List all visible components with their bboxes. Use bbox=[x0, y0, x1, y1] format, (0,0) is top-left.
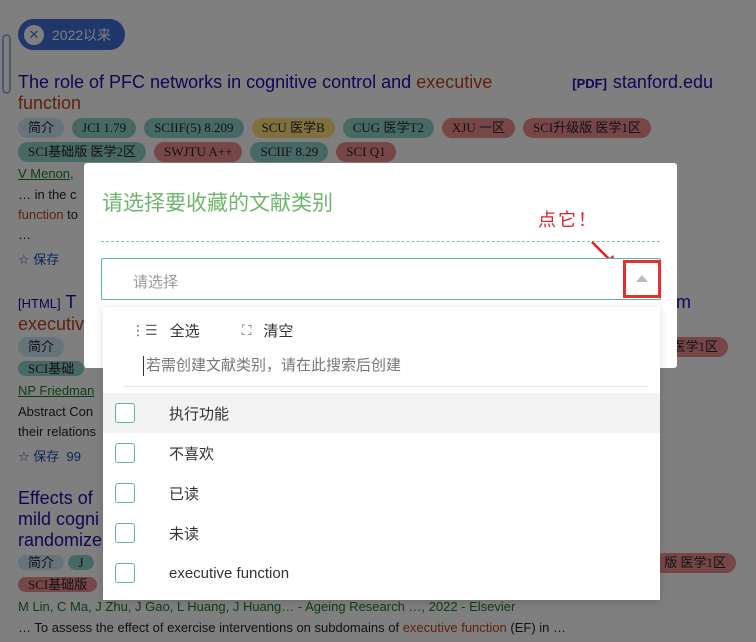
caret-up-icon[interactable] bbox=[636, 275, 648, 282]
checkbox[interactable] bbox=[115, 563, 135, 583]
category-search-input[interactable]: 若需创建文献类别，请在此搜索后创建 bbox=[143, 356, 401, 376]
divider bbox=[101, 241, 660, 242]
hint-annotation: 点它！ bbox=[538, 210, 598, 230]
option-item[interactable]: 未读 bbox=[103, 513, 660, 553]
option-item[interactable]: 不喜欢 bbox=[103, 433, 660, 473]
search-results-page: ✕ 2022以来 The role of PFC networks in cog… bbox=[0, 0, 756, 642]
highlight-box bbox=[623, 260, 661, 298]
option-item[interactable]: executive function bbox=[103, 553, 660, 593]
checkbox[interactable] bbox=[115, 523, 135, 543]
category-dropdown: ⋮☰ 全选 ⛶ 清空 若需创建文献类别，请在此搜索后创建 执行功能 不喜欢 已读… bbox=[103, 307, 660, 600]
divider bbox=[123, 386, 648, 387]
checkbox[interactable] bbox=[115, 403, 135, 423]
category-select[interactable]: 请选择 bbox=[101, 258, 661, 300]
dialog-title: 请选择要收藏的文献类别 bbox=[102, 192, 333, 215]
checkbox[interactable] bbox=[115, 483, 135, 503]
option-item[interactable]: 已读 bbox=[103, 473, 660, 513]
option-item[interactable]: 执行功能 bbox=[103, 393, 660, 433]
clear-icon: ⛶ bbox=[241, 322, 252, 338]
select-placeholder: 请选择 bbox=[133, 274, 179, 291]
select-all-icon: ⋮☰ bbox=[131, 322, 158, 338]
dropdown-toolbar: ⋮☰ 全选 ⛶ 清空 bbox=[131, 320, 293, 341]
clear-button[interactable]: 清空 bbox=[263, 320, 293, 341]
select-all-button[interactable]: 全选 bbox=[170, 320, 200, 341]
checkbox[interactable] bbox=[115, 443, 135, 463]
